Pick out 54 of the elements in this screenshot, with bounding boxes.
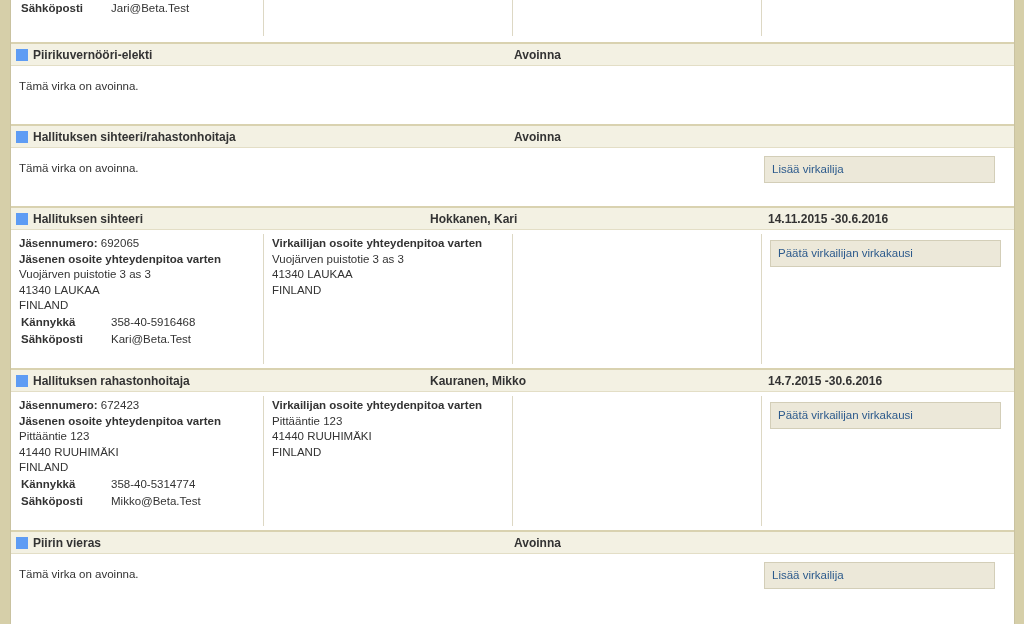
position-title: Hallituksen rahastonhoitaja <box>33 372 191 390</box>
action-button[interactable]: Lisää virkailija <box>764 156 995 184</box>
position-title: Hallituksen sihteeri/rahastonhoitaja <box>33 128 237 146</box>
contact-label: Sähköposti <box>21 331 84 347</box>
contact-label: Kännykkä <box>21 476 77 492</box>
address-heading: Jäsenen osoite yhteydenpitoa varten <box>19 414 221 427</box>
address-heading: Virkailijan osoite yhteydenpitoa varten <box>272 399 483 411</box>
action-button[interactable]: Päätä virkailijan virkakausi <box>770 402 1001 430</box>
term-dates: 14.11.2015 -30.6.2016 <box>768 210 889 228</box>
contact-value: 358-40-5916468 <box>111 314 197 330</box>
contact-value: 358-40-5314774 <box>111 476 197 492</box>
member-number-label: Jäsennumero: <box>19 237 98 249</box>
vacancy-note: Tämä virka on avoinna. <box>19 80 139 92</box>
position-title: Hallituksen sihteeri <box>33 210 145 228</box>
contact-label: Sähköposti <box>21 493 84 509</box>
vacancy-note: Tämä virka on avoinna. <box>19 162 139 174</box>
contact-value: Mikko@Beta.Test <box>111 493 202 509</box>
term-dates: 14.7.2015 -30.6.2016 <box>768 372 883 390</box>
address-line: FINLAND <box>272 283 322 296</box>
contact-value: Jari@Beta.Test <box>111 1 191 16</box>
vacancy-note: Tämä virka on avoinna. <box>19 568 139 580</box>
address-line: 41440 RUUHIMÄKI <box>272 430 372 442</box>
square-icon <box>16 536 28 549</box>
address-line: Vuojärven puistotie 3 as 3 <box>19 268 151 280</box>
member-number: 692065 <box>100 237 140 249</box>
contact-label: Kännykkä <box>21 314 77 330</box>
member-number-label: Jäsennumero: <box>19 399 98 411</box>
address-line: FINLAND <box>19 299 69 311</box>
address-heading: Jäsenen osoite yhteydenpitoa varten <box>19 252 221 265</box>
status-text: Avoinna <box>513 128 562 146</box>
square-icon <box>16 212 28 225</box>
contact-value: Kari@Beta.Test <box>111 331 193 347</box>
action-button[interactable]: Lisää virkailija <box>764 562 995 590</box>
address-line: 41440 RUUHIMÄKI <box>19 445 119 458</box>
status-text: Avoinna <box>513 534 562 552</box>
square-icon <box>16 130 28 143</box>
status-text: Avoinna <box>513 46 562 64</box>
officer-name: Hokkanen, Kari <box>430 210 519 228</box>
address-line: 41340 LAUKAA <box>272 268 353 280</box>
address-line: 41340 LAUKAA <box>19 283 100 296</box>
square-icon <box>16 374 28 387</box>
address-line: Pittääntie 123 <box>19 430 90 442</box>
address-heading: Virkailijan osoite yhteydenpitoa varten <box>272 237 483 249</box>
action-button[interactable]: Päätä virkailijan virkakausi <box>770 240 1001 268</box>
officer-name: Kauranen, Mikko <box>430 372 528 390</box>
address-line: Pittääntie 123 <box>272 414 343 427</box>
contact-label: Sähköposti <box>21 1 84 16</box>
address-line: FINLAND <box>272 445 322 458</box>
address-line: Vuojärven puistotie 3 as 3 <box>272 252 404 265</box>
square-icon <box>16 48 28 61</box>
position-title: Piirikuvernööri-elekti <box>33 46 154 64</box>
position-title: Piirin vieras <box>33 534 103 552</box>
member-number: 672423 <box>100 399 140 411</box>
address-line: FINLAND <box>19 461 69 473</box>
